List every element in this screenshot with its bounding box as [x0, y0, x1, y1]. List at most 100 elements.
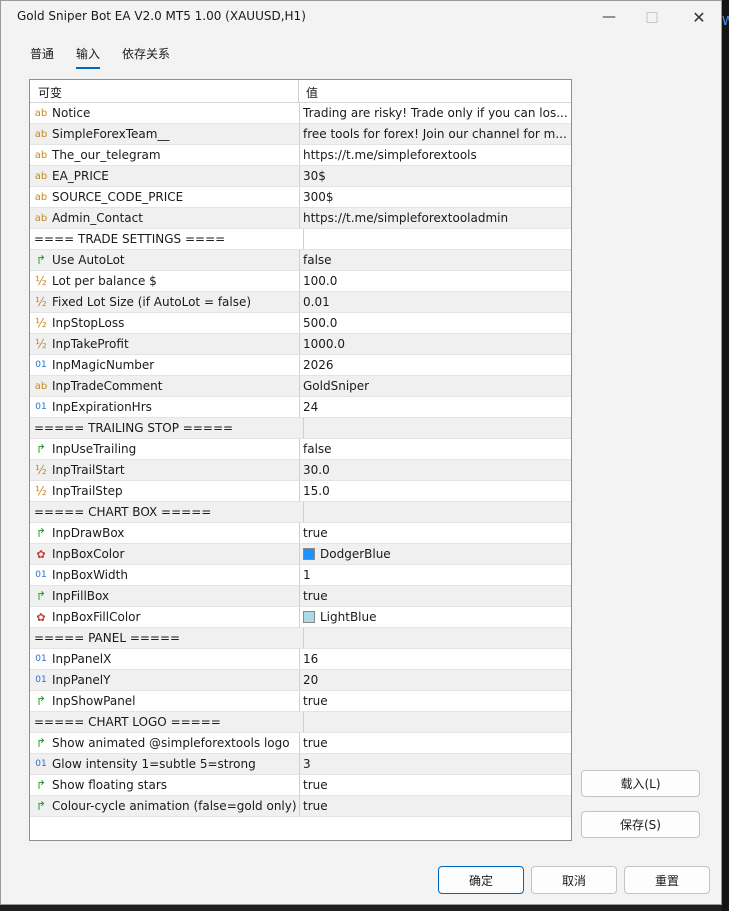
- value-cell[interactable]: Trading are risky! Trade only if you can…: [303, 103, 569, 123]
- input-row[interactable]: 01 InpBoxWidth 1: [30, 565, 571, 586]
- input-row[interactable]: ½ InpTrailStart 30.0: [30, 460, 571, 481]
- variable-cell: ab SOURCE_CODE_PRICE: [30, 187, 300, 207]
- value-cell[interactable]: 20: [303, 670, 569, 690]
- value-cell[interactable]: 1000.0: [303, 334, 569, 354]
- input-row[interactable]: ↱ InpShowPanel true: [30, 691, 571, 712]
- tab-dependencies[interactable]: 依存关系: [122, 45, 170, 66]
- value-cell[interactable]: [303, 628, 569, 648]
- close-icon[interactable]: ✕: [684, 5, 714, 29]
- variable-value: 0.01: [303, 295, 330, 309]
- value-cell[interactable]: true: [303, 586, 569, 606]
- input-row[interactable]: ½ InpStopLoss 500.0: [30, 313, 571, 334]
- variable-cell: 01 InpPanelY: [30, 670, 300, 690]
- input-row[interactable]: ab EA_PRICE 30$: [30, 166, 571, 187]
- input-row[interactable]: ↱ Show animated @simpleforextools logo tru…: [30, 733, 571, 754]
- input-row[interactable]: ½ Lot per balance $ 100.0: [30, 271, 571, 292]
- input-row[interactable]: 01 InpExpirationHrs 24: [30, 397, 571, 418]
- input-row[interactable]: ↱ Colour-cycle animation (false=gold only…: [30, 796, 571, 817]
- title-bar[interactable]: Gold Sniper Bot EA V2.0 MT5 1.00 (XAUUSD…: [1, 1, 721, 33]
- value-cell[interactable]: 0.01: [303, 292, 569, 312]
- value-cell[interactable]: [303, 229, 569, 249]
- value-cell[interactable]: 24: [303, 397, 569, 417]
- section-separator-row[interactable]: ===== CHART LOGO =====: [30, 712, 571, 733]
- input-row[interactable]: ½ InpTrailStep 15.0: [30, 481, 571, 502]
- input-row[interactable]: 01 InpPanelX 16: [30, 649, 571, 670]
- variable-name: Fixed Lot Size (if AutoLot = false): [52, 295, 252, 309]
- value-cell[interactable]: 30.0: [303, 460, 569, 480]
- column-header-value[interactable]: 值: [306, 84, 318, 101]
- input-row[interactable]: ab The_our_telegram https://t.me/simplefor…: [30, 145, 571, 166]
- ok-button[interactable]: 确定: [438, 866, 524, 894]
- value-cell[interactable]: 16: [303, 649, 569, 669]
- maximize-icon[interactable]: □: [637, 5, 667, 29]
- value-cell[interactable]: free tools for forex! Join our channel f…: [303, 124, 569, 144]
- color-type-icon: ✿: [36, 547, 46, 561]
- input-row[interactable]: ↱ Use AutoLot false: [30, 250, 571, 271]
- value-cell[interactable]: 1: [303, 565, 569, 585]
- variable-cell: 01 InpPanelX: [30, 649, 300, 669]
- variable-name: InpDrawBox: [52, 526, 125, 540]
- variable-cell: 01 InpMagicNumber: [30, 355, 300, 375]
- input-row[interactable]: ½ InpTakeProfit 1000.0: [30, 334, 571, 355]
- value-cell[interactable]: false: [303, 439, 569, 459]
- value-cell[interactable]: true: [303, 775, 569, 795]
- value-cell[interactable]: [303, 502, 569, 522]
- value-cell[interactable]: true: [303, 796, 569, 816]
- variable-name: ===== TRAILING STOP =====: [34, 421, 234, 435]
- int-type-icon: 01: [35, 360, 47, 370]
- value-cell[interactable]: 100.0: [303, 271, 569, 291]
- value-cell[interactable]: true: [303, 523, 569, 543]
- input-row[interactable]: 01 Glow intensity 1=subtle 5=strong 3: [30, 754, 571, 775]
- variable-value: DodgerBlue: [320, 547, 391, 561]
- value-cell[interactable]: [303, 418, 569, 438]
- value-cell[interactable]: https://t.me/simpleforextooladmin: [303, 208, 569, 228]
- value-cell[interactable]: 300$: [303, 187, 569, 207]
- value-cell[interactable]: 2026: [303, 355, 569, 375]
- input-row[interactable]: ab SimpleForexTeam__ free tools for forex!…: [30, 124, 571, 145]
- cancel-button[interactable]: 取消: [531, 866, 617, 894]
- value-cell[interactable]: 15.0: [303, 481, 569, 501]
- input-row[interactable]: ✿ InpBoxColor DodgerBlue: [30, 544, 571, 565]
- input-row[interactable]: ab Admin_Contact https://t.me/simpleforext…: [30, 208, 571, 229]
- tab-general[interactable]: 普通: [30, 45, 54, 66]
- variable-cell: ↱ InpFillBox: [30, 586, 300, 606]
- variable-name: ===== CHART LOGO =====: [34, 715, 221, 729]
- input-row[interactable]: ↱ InpDrawBox true: [30, 523, 571, 544]
- input-row[interactable]: 01 InpMagicNumber 2026: [30, 355, 571, 376]
- input-row[interactable]: ↱ InpFillBox true: [30, 586, 571, 607]
- value-cell[interactable]: true: [303, 691, 569, 711]
- value-cell[interactable]: 500.0: [303, 313, 569, 333]
- column-header-variable[interactable]: 可变: [38, 84, 62, 101]
- input-row[interactable]: 01 InpPanelY 20: [30, 670, 571, 691]
- reset-button[interactable]: 重置: [624, 866, 710, 894]
- tab-inputs[interactable]: 输入: [76, 45, 101, 69]
- load-button[interactable]: 载入(L): [581, 770, 700, 797]
- section-separator-row[interactable]: ===== TRAILING STOP =====: [30, 418, 571, 439]
- input-row[interactable]: ↱ Show floating stars true: [30, 775, 571, 796]
- value-cell[interactable]: https://t.me/simpleforextools: [303, 145, 569, 165]
- input-row[interactable]: ✿ InpBoxFillColor LightBlue: [30, 607, 571, 628]
- input-row[interactable]: ab SOURCE_CODE_PRICE 300$: [30, 187, 571, 208]
- value-cell[interactable]: true: [303, 733, 569, 753]
- input-row[interactable]: ↱ InpUseTrailing false: [30, 439, 571, 460]
- value-cell[interactable]: GoldSniper: [303, 376, 569, 396]
- input-row[interactable]: ab Notice Trading are risky! Trade only if…: [30, 103, 571, 124]
- variable-cell: ↱ Colour-cycle animation (false=gold only…: [30, 796, 300, 816]
- value-cell[interactable]: 3: [303, 754, 569, 774]
- value-cell[interactable]: DodgerBlue: [303, 544, 569, 564]
- input-row[interactable]: ½ Fixed Lot Size (if AutoLot = false) 0.01: [30, 292, 571, 313]
- value-cell[interactable]: false: [303, 250, 569, 270]
- value-cell[interactable]: LightBlue: [303, 607, 569, 627]
- double-type-icon: ½: [35, 295, 47, 309]
- input-row[interactable]: ab InpTradeComment GoldSniper: [30, 376, 571, 397]
- variable-name: Use AutoLot: [52, 253, 125, 267]
- value-cell[interactable]: [303, 712, 569, 732]
- value-cell[interactable]: 30$: [303, 166, 569, 186]
- section-separator-row[interactable]: ===== CHART BOX =====: [30, 502, 571, 523]
- variable-value: 500.0: [303, 316, 338, 330]
- minimize-icon[interactable]: —: [594, 5, 624, 29]
- variable-value: https://t.me/simpleforextooladmin: [303, 211, 509, 225]
- save-button[interactable]: 保存(S): [581, 811, 700, 838]
- section-separator-row[interactable]: ==== TRADE SETTINGS ====: [30, 229, 571, 250]
- section-separator-row[interactable]: ===== PANEL =====: [30, 628, 571, 649]
